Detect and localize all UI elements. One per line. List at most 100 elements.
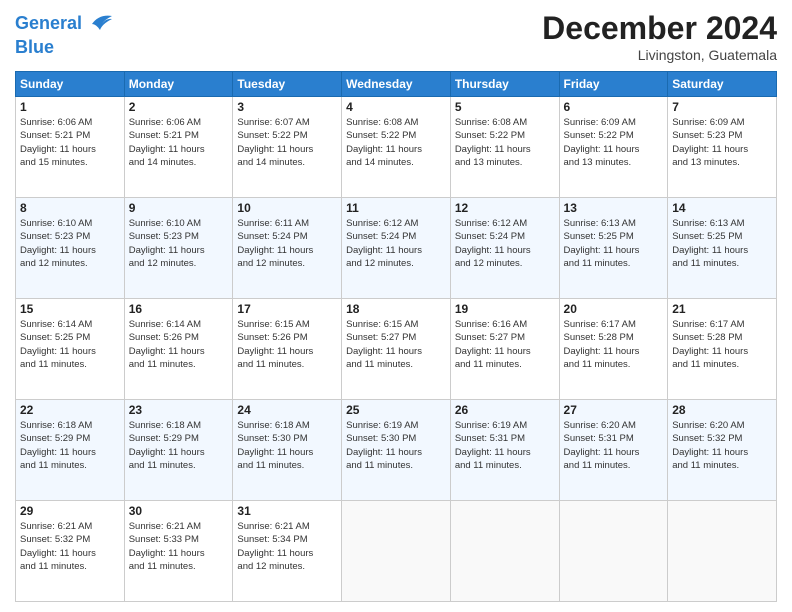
calendar-week-row: 1 Sunrise: 6:06 AMSunset: 5:21 PMDaylight… (16, 97, 777, 198)
day-info: Sunrise: 6:06 AMSunset: 5:21 PMDaylight:… (129, 116, 229, 169)
day-number: 30 (129, 504, 229, 518)
day-info: Sunrise: 6:18 AMSunset: 5:29 PMDaylight:… (129, 419, 229, 472)
table-row: 11 Sunrise: 6:12 AMSunset: 5:24 PMDayligh… (342, 198, 451, 299)
day-number: 22 (20, 403, 120, 417)
table-row: 30 Sunrise: 6:21 AMSunset: 5:33 PMDayligh… (124, 501, 233, 602)
day-number: 3 (237, 100, 337, 114)
day-number: 13 (564, 201, 664, 215)
table-row: 29 Sunrise: 6:21 AMSunset: 5:32 PMDayligh… (16, 501, 125, 602)
table-row: 25 Sunrise: 6:19 AMSunset: 5:30 PMDayligh… (342, 400, 451, 501)
table-row: 23Sunrise: 6:18 AMSunset: 5:29 PMDayligh… (124, 400, 233, 501)
table-row (450, 501, 559, 602)
day-number: 7 (672, 100, 772, 114)
logo: General Blue (15, 10, 114, 58)
table-row (342, 501, 451, 602)
day-info: Sunrise: 6:09 AMSunset: 5:22 PMDaylight:… (564, 116, 664, 169)
table-row: 17Sunrise: 6:15 AMSunset: 5:26 PMDayligh… (233, 299, 342, 400)
day-info: Sunrise: 6:08 AMSunset: 5:22 PMDaylight:… (455, 116, 555, 169)
day-number: 10 (237, 201, 337, 215)
col-monday: Monday (124, 72, 233, 97)
table-row: 28 Sunrise: 6:20 AMSunset: 5:32 PMDayligh… (668, 400, 777, 501)
header: General Blue December 2024 Livingston, G… (15, 10, 777, 63)
day-info: Sunrise: 6:20 AMSunset: 5:32 PMDaylight:… (672, 419, 772, 472)
table-row: 18 Sunrise: 6:15 AMSunset: 5:27 PMDayligh… (342, 299, 451, 400)
day-info: Sunrise: 6:07 AMSunset: 5:22 PMDaylight:… (237, 116, 337, 169)
day-info: Sunrise: 6:21 AMSunset: 5:34 PMDaylight:… (237, 520, 337, 573)
col-wednesday: Wednesday (342, 72, 451, 97)
table-row (668, 501, 777, 602)
day-info: Sunrise: 6:12 AMSunset: 5:24 PMDaylight:… (455, 217, 555, 270)
day-number: 20 (564, 302, 664, 316)
table-row: 15 Sunrise: 6:14 AMSunset: 5:25 PMDayligh… (16, 299, 125, 400)
day-number: 24 (237, 403, 337, 417)
day-number: 14 (672, 201, 772, 215)
col-saturday: Saturday (668, 72, 777, 97)
day-info: Sunrise: 6:16 AMSunset: 5:27 PMDaylight:… (455, 318, 555, 371)
day-number: 17 (237, 302, 337, 316)
table-row: 16 Sunrise: 6:14 AMSunset: 5:26 PMDayligh… (124, 299, 233, 400)
day-info: Sunrise: 6:13 AMSunset: 5:25 PMDaylight:… (564, 217, 664, 270)
day-info: Sunrise: 6:18 AMSunset: 5:29 PMDaylight:… (20, 419, 120, 472)
day-number: 11 (346, 201, 446, 215)
table-row: 6Sunrise: 6:09 AMSunset: 5:22 PMDaylight… (559, 97, 668, 198)
day-info: Sunrise: 6:17 AMSunset: 5:28 PMDaylight:… (672, 318, 772, 371)
calendar-header-row: Sunday Monday Tuesday Wednesday Thursday… (16, 72, 777, 97)
day-info: Sunrise: 6:19 AMSunset: 5:31 PMDaylight:… (455, 419, 555, 472)
table-row: 3 Sunrise: 6:07 AMSunset: 5:22 PMDaylight… (233, 97, 342, 198)
day-number: 25 (346, 403, 446, 417)
day-info: Sunrise: 6:18 AMSunset: 5:30 PMDaylight:… (237, 419, 337, 472)
table-row: 22 Sunrise: 6:18 AMSunset: 5:29 PMDayligh… (16, 400, 125, 501)
day-info: Sunrise: 6:14 AMSunset: 5:25 PMDaylight:… (20, 318, 120, 371)
table-row: 21 Sunrise: 6:17 AMSunset: 5:28 PMDayligh… (668, 299, 777, 400)
table-row: 9Sunrise: 6:10 AMSunset: 5:23 PMDaylight… (124, 198, 233, 299)
day-number: 12 (455, 201, 555, 215)
day-number: 28 (672, 403, 772, 417)
table-row: 2 Sunrise: 6:06 AMSunset: 5:21 PMDaylight… (124, 97, 233, 198)
day-info: Sunrise: 6:08 AMSunset: 5:22 PMDaylight:… (346, 116, 446, 169)
table-row: 12 Sunrise: 6:12 AMSunset: 5:24 PMDayligh… (450, 198, 559, 299)
logo-blue: Blue (15, 38, 114, 58)
day-info: Sunrise: 6:11 AMSunset: 5:24 PMDaylight:… (237, 217, 337, 270)
table-row (559, 501, 668, 602)
table-row: 26 Sunrise: 6:19 AMSunset: 5:31 PMDayligh… (450, 400, 559, 501)
day-number: 16 (129, 302, 229, 316)
table-row: 4 Sunrise: 6:08 AMSunset: 5:22 PMDaylight… (342, 97, 451, 198)
day-number: 31 (237, 504, 337, 518)
day-info: Sunrise: 6:14 AMSunset: 5:26 PMDaylight:… (129, 318, 229, 371)
calendar-week-row: 8Sunrise: 6:10 AMSunset: 5:23 PMDaylight… (16, 198, 777, 299)
table-row: 10 Sunrise: 6:11 AMSunset: 5:24 PMDayligh… (233, 198, 342, 299)
day-number: 15 (20, 302, 120, 316)
day-number: 1 (20, 100, 120, 114)
day-info: Sunrise: 6:19 AMSunset: 5:30 PMDaylight:… (346, 419, 446, 472)
day-info: Sunrise: 6:21 AMSunset: 5:33 PMDaylight:… (129, 520, 229, 573)
table-row: 14Sunrise: 6:13 AMSunset: 5:25 PMDayligh… (668, 198, 777, 299)
table-row: 31 Sunrise: 6:21 AMSunset: 5:34 PMDayligh… (233, 501, 342, 602)
day-number: 26 (455, 403, 555, 417)
day-number: 21 (672, 302, 772, 316)
day-number: 9 (129, 201, 229, 215)
logo-text: General (15, 14, 82, 34)
page: General Blue December 2024 Livingston, G… (0, 0, 792, 612)
day-info: Sunrise: 6:09 AMSunset: 5:23 PMDaylight:… (672, 116, 772, 169)
table-row: 13 Sunrise: 6:13 AMSunset: 5:25 PMDayligh… (559, 198, 668, 299)
day-number: 18 (346, 302, 446, 316)
calendar-week-row: 22 Sunrise: 6:18 AMSunset: 5:29 PMDayligh… (16, 400, 777, 501)
day-info: Sunrise: 6:21 AMSunset: 5:32 PMDaylight:… (20, 520, 120, 573)
day-number: 29 (20, 504, 120, 518)
table-row: 19 Sunrise: 6:16 AMSunset: 5:27 PMDayligh… (450, 299, 559, 400)
day-number: 19 (455, 302, 555, 316)
location-subtitle: Livingston, Guatemala (542, 47, 777, 63)
day-info: Sunrise: 6:20 AMSunset: 5:31 PMDaylight:… (564, 419, 664, 472)
logo-general: General (15, 13, 82, 33)
day-number: 4 (346, 100, 446, 114)
col-thursday: Thursday (450, 72, 559, 97)
day-number: 5 (455, 100, 555, 114)
table-row: 8Sunrise: 6:10 AMSunset: 5:23 PMDaylight… (16, 198, 125, 299)
day-info: Sunrise: 6:12 AMSunset: 5:24 PMDaylight:… (346, 217, 446, 270)
day-info: Sunrise: 6:15 AMSunset: 5:27 PMDaylight:… (346, 318, 446, 371)
day-number: 2 (129, 100, 229, 114)
table-row: 7 Sunrise: 6:09 AMSunset: 5:23 PMDaylight… (668, 97, 777, 198)
table-row: 27Sunrise: 6:20 AMSunset: 5:31 PMDayligh… (559, 400, 668, 501)
calendar-week-row: 15 Sunrise: 6:14 AMSunset: 5:25 PMDayligh… (16, 299, 777, 400)
col-friday: Friday (559, 72, 668, 97)
